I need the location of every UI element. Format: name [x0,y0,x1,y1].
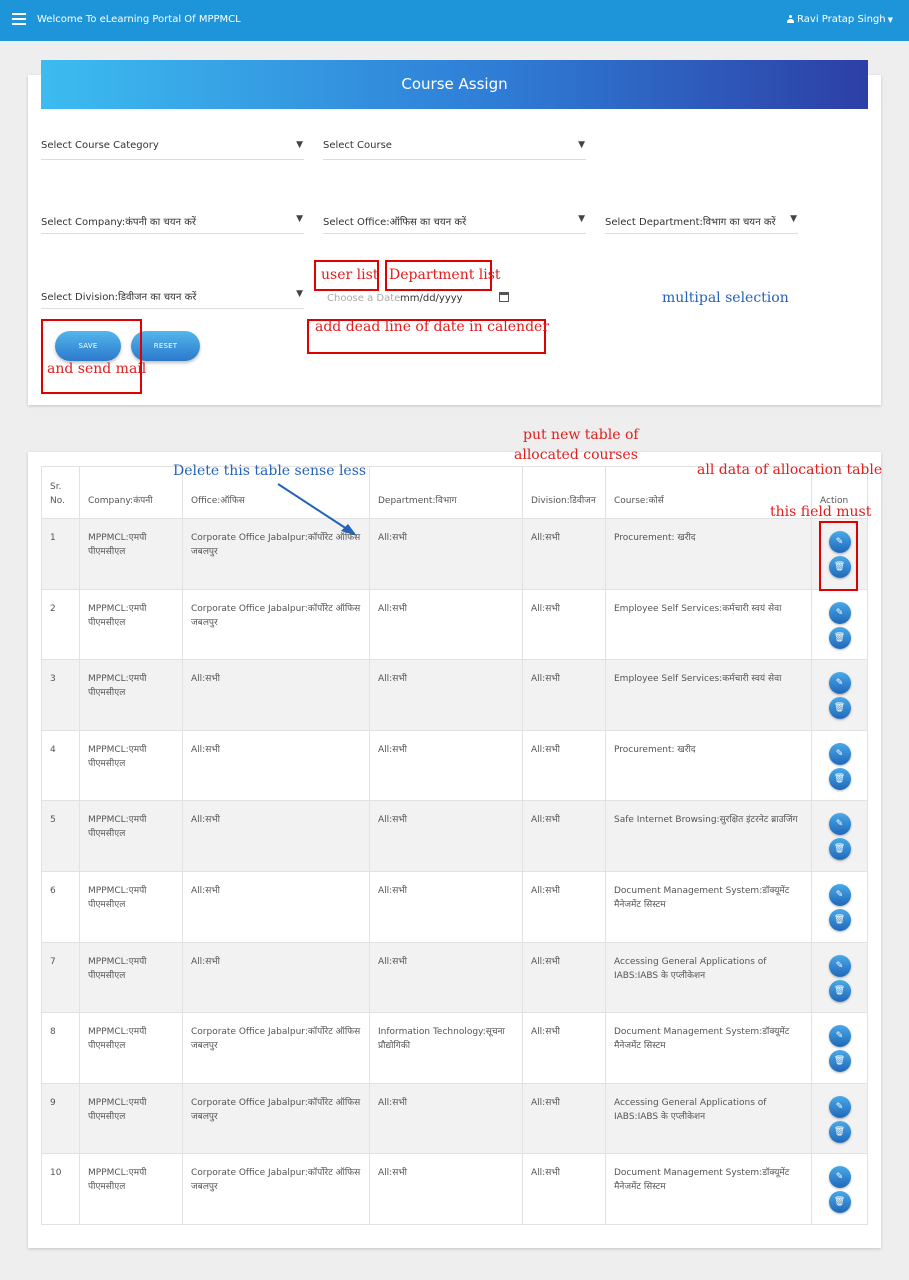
annotation-arrow [277,483,357,536]
